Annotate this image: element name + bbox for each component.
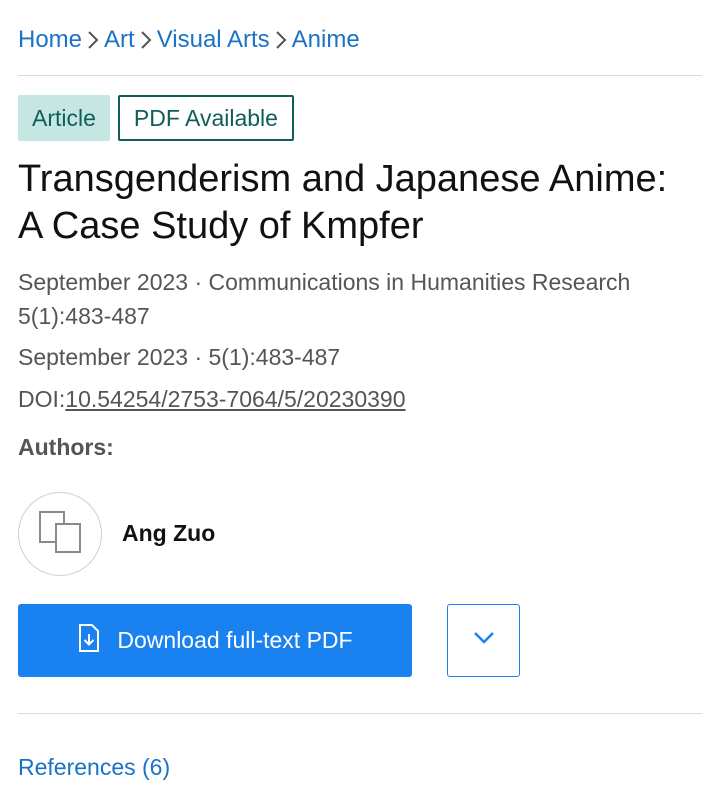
more-options-button[interactable] (447, 604, 520, 677)
avatar[interactable] (18, 492, 102, 576)
publication-meta-volume: September 2023 · 5(1):483-487 (18, 344, 341, 370)
publication-meta-journal: September 2023 · Communications in Human… (18, 269, 631, 329)
breadcrumb-visual-arts[interactable]: Visual Arts (157, 26, 270, 54)
divider (18, 713, 702, 714)
download-pdf-button[interactable]: Download full-text PDF (18, 604, 412, 677)
doi-link[interactable]: 10.54254/2753-7064/5/20230390 (65, 386, 405, 412)
page-title: Transgenderism and Japanese Anime: A Cas… (18, 158, 668, 247)
article-type-badge: Article (18, 95, 110, 141)
authors-heading: Authors: (18, 434, 114, 460)
download-pdf-label: Download full-text PDF (117, 627, 353, 653)
breadcrumb-home[interactable]: Home (18, 26, 82, 54)
breadcrumb: Home Art Visual Arts Anime (18, 26, 360, 54)
author-name[interactable]: Ang Zuo (122, 520, 215, 547)
breadcrumb-anime[interactable]: Anime (292, 26, 360, 54)
chevron-right-icon (135, 30, 157, 50)
divider (18, 75, 702, 76)
chevron-down-icon (473, 631, 495, 650)
badge-row: Article PDF Available (18, 95, 294, 141)
pdf-available-badge: PDF Available (117, 95, 294, 141)
tab-references[interactable]: References (6) (18, 754, 170, 781)
doi-line: DOI:10.54254/2753-7064/5/20230390 (18, 382, 698, 416)
placeholder-avatar-icon (38, 510, 82, 559)
breadcrumb-art[interactable]: Art (104, 26, 135, 54)
chevron-right-icon (82, 30, 104, 50)
chevron-right-icon (270, 30, 292, 50)
file-download-icon (77, 623, 101, 658)
doi-label: DOI: (18, 386, 66, 412)
